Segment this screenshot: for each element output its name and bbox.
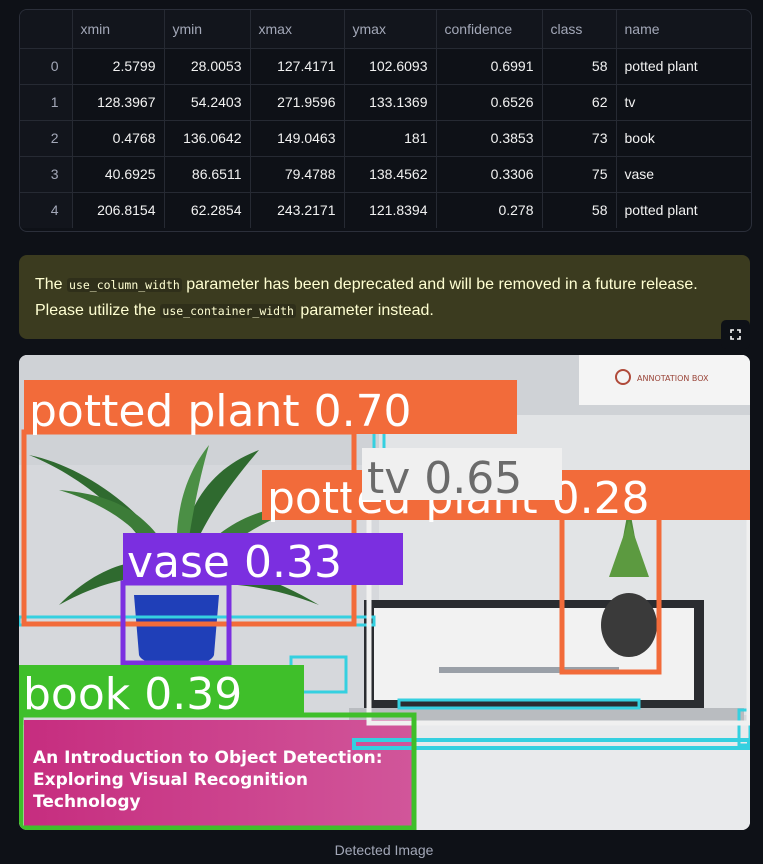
table-row[interactable]: 4 206.8154 62.2854 243.2171 121.8394 0.278 58 p…	[20, 192, 751, 228]
confidence-cell[interactable]: 0.3853	[436, 120, 543, 157]
xmin-cell[interactable]: 206.8154	[72, 192, 165, 228]
warning-code-use-column-width: use_column_width	[67, 278, 182, 292]
warning-text: The	[35, 276, 68, 293]
watermark-text: ANNOTATION BOX	[637, 374, 709, 383]
row-index-cell[interactable]: 3	[20, 156, 73, 193]
banner-line-1: An Introduction to Object Detection:	[33, 748, 383, 768]
fullscreen-button[interactable]	[721, 320, 750, 349]
ymax-cell[interactable]: 121.8394	[344, 192, 437, 228]
row-index-cell[interactable]: 1	[20, 84, 73, 121]
ymin-cell[interactable]: 62.2854	[164, 192, 251, 228]
table-row[interactable]: 1 128.3967 54.2403 271.9596 133.1369 0.6526 62…	[20, 84, 751, 121]
class-cell[interactable]: 73	[542, 120, 617, 157]
table-row[interactable]: 0 2.5799 28.0053 127.4171 102.6093 0.6991 58 po…	[20, 48, 751, 85]
ymin-cell[interactable]: 136.0642	[164, 120, 251, 157]
class-cell[interactable]: 58	[542, 48, 617, 85]
confidence-cell[interactable]: 0.6526	[436, 84, 543, 121]
ymin-cell[interactable]: 28.0053	[164, 48, 251, 85]
table-row[interactable]: 2 0.4768 136.0642 149.0463 181 0.3853 73 book	[20, 120, 751, 157]
expand-icon	[730, 329, 741, 340]
confidence-cell[interactable]: 0.6991	[436, 48, 543, 85]
xmax-cell[interactable]: 79.4788	[250, 156, 345, 193]
page: xmin ymin xmax ymax confidence class nam…	[0, 0, 763, 864]
xmax-cell[interactable]: 127.4171	[250, 48, 345, 85]
ymax-cell[interactable]: 133.1369	[344, 84, 437, 121]
ymin-cell[interactable]: 54.2403	[164, 84, 251, 121]
column-header-class[interactable]: class	[542, 10, 617, 49]
warning-code-use-container-width: use_container_width	[160, 304, 296, 318]
xmax-cell[interactable]: 271.9596	[250, 84, 345, 121]
class-cell[interactable]: 62	[542, 84, 617, 121]
xmax-cell[interactable]: 243.2171	[250, 192, 345, 228]
detection-label-potted-plant-1: potted plant 0.70	[29, 386, 412, 437]
detected-image: ANNOTATION BOX An Introduction to Object…	[19, 355, 750, 830]
xmin-cell[interactable]: 128.3967	[72, 84, 165, 121]
dataframe-table: xmin ymin xmax ymax confidence class nam…	[20, 10, 751, 228]
confidence-cell[interactable]: 0.278	[436, 192, 543, 228]
column-header-name[interactable]: name	[616, 10, 751, 49]
class-cell[interactable]: 75	[542, 156, 617, 193]
deprecation-warning: The use_column_width parameter has been …	[19, 255, 750, 339]
xmin-cell[interactable]: 0.4768	[72, 120, 165, 157]
class-cell[interactable]: 58	[542, 192, 617, 228]
column-header-xmin[interactable]: xmin	[72, 10, 165, 49]
row-index-cell[interactable]: 2	[20, 120, 73, 157]
image-caption: Detected Image	[334, 842, 434, 858]
table-row[interactable]: 3 40.6925 86.6511 79.4788 138.4562 0.3306 75 va…	[20, 156, 751, 193]
name-cell[interactable]: book	[616, 120, 751, 157]
column-header-index[interactable]	[20, 10, 73, 49]
column-header-xmax[interactable]: xmax	[250, 10, 345, 49]
xmin-cell[interactable]: 2.5799	[72, 48, 165, 85]
banner-line-2: Exploring Visual Recognition	[33, 770, 308, 790]
banner-line-3: Technology	[33, 792, 141, 812]
warning-text: parameter instead.	[295, 302, 434, 319]
row-index-cell[interactable]: 0	[20, 48, 73, 85]
detection-label-book: book 0.39	[23, 669, 242, 720]
detection-label-vase: vase 0.33	[127, 537, 342, 588]
ymax-cell[interactable]: 138.4562	[344, 156, 437, 193]
name-cell[interactable]: tv	[616, 84, 751, 121]
column-header-ymin[interactable]: ymin	[164, 10, 251, 49]
name-cell[interactable]: vase	[616, 156, 751, 193]
column-header-confidence[interactable]: confidence	[436, 10, 543, 49]
ymax-cell[interactable]: 102.6093	[344, 48, 437, 85]
xmin-cell[interactable]: 40.6925	[72, 156, 165, 193]
ymin-cell[interactable]: 86.6511	[164, 156, 251, 193]
detection-label-tv: tv 0.65	[367, 453, 522, 504]
name-cell[interactable]: potted plant	[616, 192, 751, 228]
name-cell[interactable]: potted plant	[616, 48, 751, 85]
dataframe[interactable]: xmin ymin xmax ymax confidence class nam…	[19, 9, 752, 232]
dataframe-header-row: xmin ymin xmax ymax confidence class nam…	[20, 10, 751, 49]
ymax-cell[interactable]: 181	[344, 120, 437, 157]
column-header-ymax[interactable]: ymax	[344, 10, 437, 49]
xmax-cell[interactable]: 149.0463	[250, 120, 345, 157]
row-index-cell[interactable]: 4	[20, 192, 73, 228]
confidence-cell[interactable]: 0.3306	[436, 156, 543, 193]
